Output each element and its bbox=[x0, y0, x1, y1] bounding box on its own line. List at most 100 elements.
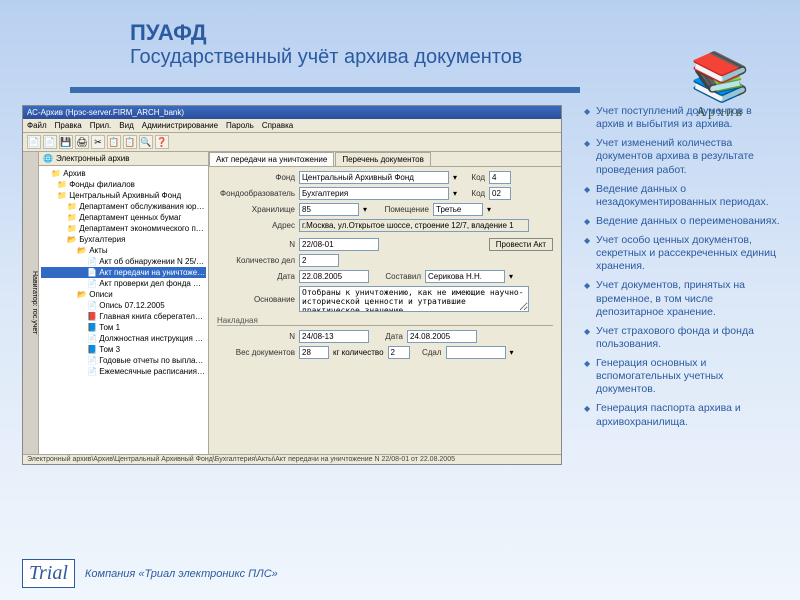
tree[interactable]: 📁 Архив📁 Фонды филиалов📁 Центральный Арх… bbox=[39, 166, 208, 379]
nav-strip[interactable]: Навигатор: гос.учет bbox=[23, 152, 39, 454]
bullet-item: Учет изменений количества документов арх… bbox=[584, 137, 782, 176]
sdal-input[interactable] bbox=[446, 346, 506, 359]
toolbar-icon[interactable]: 📄 bbox=[27, 135, 41, 149]
hranilische-input[interactable] bbox=[299, 203, 359, 216]
data2-input[interactable] bbox=[407, 330, 477, 343]
divider bbox=[70, 87, 580, 93]
menu-item[interactable]: Правка bbox=[55, 121, 82, 130]
tree-header-label: Электронный архив bbox=[56, 154, 130, 163]
tree-item[interactable]: 📄 Акт об обнаружении N 25/08-01 от 25.08… bbox=[41, 256, 206, 267]
tree-item[interactable]: 📄 Должностная инструкция Главного бухгал… bbox=[41, 333, 206, 344]
n2-input[interactable] bbox=[299, 330, 369, 343]
feature-list: Учет поступлений документов в архив и вы… bbox=[562, 105, 800, 465]
tree-item[interactable]: 📂 Акты bbox=[41, 245, 206, 256]
adres-label: Адрес bbox=[217, 221, 295, 230]
koldel-input[interactable] bbox=[299, 254, 339, 267]
bullet-item: Учет страхового фонда и фонда пользовани… bbox=[584, 325, 782, 351]
toolbar-icon[interactable]: 📋 bbox=[123, 135, 137, 149]
tree-item[interactable]: 📕 Главная книга сберегательного банка за… bbox=[41, 311, 206, 322]
tree-item[interactable]: 📁 Фонды филиалов bbox=[41, 179, 206, 190]
nakladnaya-group: Накладная bbox=[217, 316, 553, 326]
tree-item[interactable]: 📄 Опись 07.12.2005 bbox=[41, 300, 206, 311]
toolbar-icon[interactable]: ❓ bbox=[155, 135, 169, 149]
toolbar-icon[interactable]: ✂ bbox=[91, 135, 105, 149]
bullet-item: Учет документов, принятых на временное, … bbox=[584, 279, 782, 318]
provesti-button[interactable]: Провести Акт bbox=[489, 238, 553, 251]
trial-logo: Trial bbox=[22, 559, 75, 588]
company-name: Компания «Триал электроникс ПЛС» bbox=[85, 568, 278, 580]
books-icon: 📚 bbox=[670, 48, 770, 105]
tab-list[interactable]: Перечень документов bbox=[335, 152, 431, 166]
bullet-item: Ведение данных о переименованиях. bbox=[584, 215, 782, 228]
hranilische-label: Хранилище bbox=[217, 205, 295, 214]
adres-input bbox=[299, 219, 529, 232]
pomeshenie-label: Помещение bbox=[371, 205, 429, 214]
menu-item[interactable]: Справка bbox=[262, 121, 293, 130]
kod1-label: Код bbox=[461, 173, 485, 182]
toolbar-icon[interactable]: 🔍 bbox=[139, 135, 153, 149]
tree-item[interactable]: 📁 Департамент обслуживания юридических л… bbox=[41, 201, 206, 212]
koldel-label: Количество дел bbox=[217, 256, 295, 265]
tree-item[interactable]: 📘 Том 1 bbox=[41, 322, 206, 333]
kolvo-input[interactable] bbox=[388, 346, 410, 359]
osnovanie-input[interactable]: Отобраны к уничтожению, как не имеющие н… bbox=[299, 286, 529, 312]
form: Фонд ▾ Код Фондообразователь ▾ Код bbox=[209, 167, 561, 366]
fond-label: Фонд bbox=[217, 173, 295, 182]
tree-item[interactable]: 📂 Бухгалтерия bbox=[41, 234, 206, 245]
menu-item[interactable]: Вид bbox=[119, 121, 133, 130]
menu-item[interactable]: Файл bbox=[27, 121, 47, 130]
app-window: АС-Архив (Нрэс-server.FIRM_ARCH_bank) Фа… bbox=[22, 105, 562, 465]
bullet-item: Генерация паспорта архива и архивохранил… bbox=[584, 402, 782, 428]
n2-label: N bbox=[217, 332, 295, 341]
bullet-item: Ведение данных о незадокументированных п… bbox=[584, 183, 782, 209]
sdal-label: Сдал bbox=[414, 348, 442, 357]
tab-act[interactable]: Акт передачи на уничтожение bbox=[209, 152, 334, 166]
ves-label: Вес документов bbox=[217, 348, 295, 357]
tree-item[interactable]: 📂 Описи bbox=[41, 289, 206, 300]
osnovanie-label: Основание bbox=[217, 295, 295, 304]
globe-icon: 🌐 bbox=[43, 154, 53, 163]
menubar: Файл Правка Прил. Вид Администрирование Парол… bbox=[23, 119, 561, 133]
ves-input[interactable] bbox=[299, 346, 329, 359]
window-titlebar: АС-Архив (Нрэс-server.FIRM_ARCH_bank) bbox=[23, 106, 561, 119]
menu-item[interactable]: Прил. bbox=[90, 121, 112, 130]
fond-input[interactable] bbox=[299, 171, 449, 184]
n-label: N bbox=[217, 240, 295, 249]
page-title: ПУАФД bbox=[130, 20, 800, 46]
data-input[interactable] bbox=[299, 270, 369, 283]
toolbar-icon[interactable]: 🖨 bbox=[75, 135, 89, 149]
statusbar: Электронный архив\Архив\Центральный Архи… bbox=[23, 454, 561, 464]
toolbar-icon[interactable]: 💾 bbox=[59, 135, 73, 149]
menu-item[interactable]: Пароль bbox=[226, 121, 254, 130]
bullet-item: Учет поступлений документов в архив и вы… bbox=[584, 105, 782, 131]
kod2-label: Код bbox=[461, 189, 485, 198]
toolbar: 📄📄💾🖨✂📋📋🔍❓ bbox=[23, 133, 561, 152]
tree-item[interactable]: 📁 Департамент ценных бумаг bbox=[41, 212, 206, 223]
tree-item[interactable]: 📘 Том 3 bbox=[41, 344, 206, 355]
tree-item[interactable]: 📄 Акт передачи на уничтожение N 22/08-01… bbox=[41, 267, 206, 278]
tabs: Акт передачи на уничтожение Перечень док… bbox=[209, 152, 561, 167]
kod2-input[interactable] bbox=[489, 187, 511, 200]
toolbar-icon[interactable]: 📄 bbox=[43, 135, 57, 149]
toolbar-icon[interactable]: 📋 bbox=[107, 135, 121, 149]
tree-item[interactable]: 📁 Архив bbox=[41, 168, 206, 179]
kod1-input[interactable] bbox=[489, 171, 511, 184]
bullet-item: Генерация основных и вспомогательных уче… bbox=[584, 357, 782, 396]
tree-panel: 🌐 Электронный архив 📁 Архив📁 Фонды филиа… bbox=[39, 152, 209, 454]
tree-item[interactable]: 📄 Годовые отчеты по выплатам налогов в б… bbox=[41, 355, 206, 366]
sostavil-label: Составил bbox=[373, 272, 421, 281]
tree-item[interactable]: 📄 Ежемесячные расписания по расчетному с… bbox=[41, 366, 206, 377]
sostavil-input[interactable] bbox=[425, 270, 505, 283]
fondobr-input[interactable] bbox=[299, 187, 449, 200]
pomeshenie-input[interactable] bbox=[433, 203, 483, 216]
content-panel: Акт передачи на уничтожение Перечень док… bbox=[209, 152, 561, 454]
menu-item[interactable]: Администрирование bbox=[142, 121, 218, 130]
n-input[interactable] bbox=[299, 238, 379, 251]
tree-item[interactable]: 📄 Акт проверки дел фонда N 24-08/01 от 2… bbox=[41, 278, 206, 289]
bullet-item: Учет особо ценных документов, секретных … bbox=[584, 234, 782, 273]
tree-item[interactable]: 📁 Департамент экономического планировани… bbox=[41, 223, 206, 234]
data2-label: Дата bbox=[373, 332, 403, 341]
kg-label: кг количество bbox=[333, 348, 384, 357]
fondobr-label: Фондообразователь bbox=[217, 189, 295, 198]
tree-item[interactable]: 📁 Центральный Архивный Фонд bbox=[41, 190, 206, 201]
